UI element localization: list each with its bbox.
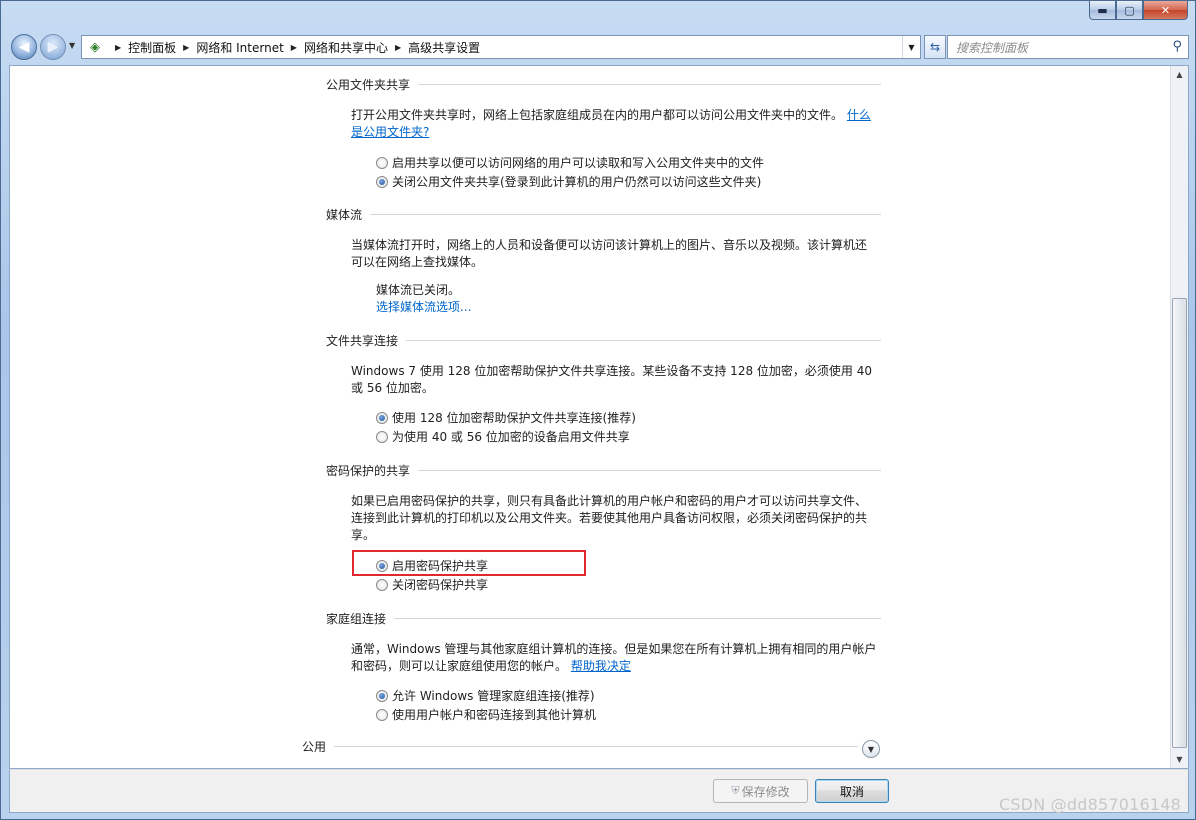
breadcrumb-advanced-sharing[interactable]: 高级共享设置 (408, 39, 480, 56)
chevron-right-icon[interactable]: ▶ (395, 43, 401, 52)
radio-button[interactable] (376, 578, 388, 591)
radio-password-off[interactable]: 关闭密码保护共享 (376, 576, 488, 593)
radio-button-checked[interactable] (376, 175, 388, 188)
section-password-protected: 密码保护的共享 (326, 462, 881, 479)
radio-public-folder-off[interactable]: 关闭公用文件夹共享(登录到此计算机的用户仍然可以访问这些文件夹) (376, 173, 761, 190)
breadcrumb-network-internet[interactable]: 网络和 Internet (196, 39, 283, 56)
watermark: CSDN @dd857016148 (998, 795, 1181, 814)
cancel-button[interactable]: 取消 (815, 779, 889, 803)
media-description: 当媒体流打开时，网络上的人员和设备便可以访问该计算机上的图片、音乐以及视频。该计… (351, 238, 868, 269)
section-title: 文件共享连接 (326, 334, 399, 348)
refresh-button[interactable]: ⇆ (924, 35, 946, 59)
scroll-up-arrow-icon[interactable]: ▲ (1171, 66, 1188, 83)
radio-button[interactable] (376, 156, 388, 169)
settings-content: 公用文件夹共享 打开公用文件夹共享时，网络上包括家庭组成员在内的用户都可以访问公… (9, 65, 1189, 769)
password-description: 如果已启用密码保护的共享，则只有具备此计算机的用户帐户和密码的用户才可以访问共享… (351, 494, 868, 542)
search-input[interactable]: 搜索控制面板 ⚲ (947, 35, 1189, 59)
control-panel-icon: ◈ (90, 39, 100, 55)
minimize-button[interactable]: ▬ (1089, 1, 1116, 20)
media-options-link[interactable]: 选择媒体流选项... (376, 300, 471, 314)
chevron-right-icon[interactable]: ▶ (291, 43, 297, 52)
forward-button[interactable]: ▶ (40, 34, 66, 60)
arrow-right-icon: ▶ (47, 39, 59, 55)
expand-chevron-down-icon[interactable]: ▼ (862, 740, 880, 758)
address-bar[interactable]: ◈ ▶ 控制面板 ▶ 网络和 Internet ▶ 网络和共享中心 ▶ 高级共享… (81, 35, 921, 59)
section-title: 密码保护的共享 (326, 464, 411, 478)
section-title: 媒体流 (326, 208, 363, 222)
back-button[interactable]: ◀ (11, 34, 37, 60)
search-icon[interactable]: ⚲ (1172, 39, 1182, 54)
radio-button[interactable] (376, 430, 388, 443)
section-public-folder: 公用文件夹共享 (326, 76, 881, 93)
arrow-left-icon: ◀ (18, 39, 30, 55)
radio-button-checked[interactable] (376, 559, 388, 572)
radio-public-folder-on[interactable]: 启用共享以便可以访问网络的用户可以读取和写入公用文件夹中的文件 (376, 154, 764, 171)
search-placeholder: 搜索控制面板 (956, 40, 1029, 55)
section-title: 家庭组连接 (326, 612, 387, 626)
refresh-icon: ⇆ (929, 40, 941, 54)
window: ▬ ▢ ✕ ◀ ▶ ▼ ◈ ▶ 控制面板 ▶ 网络和 Internet ▶ 网络… (0, 0, 1196, 820)
section-title: 公用文件夹共享 (326, 78, 411, 92)
file-sharing-description: Windows 7 使用 128 位加密帮助保护文件共享连接。某些设备不支持 1… (351, 364, 872, 395)
vertical-scrollbar[interactable]: ▲ ▼ (1170, 66, 1188, 768)
section-public-profile[interactable]: 公用 (302, 738, 858, 755)
what-is-public-folder-link-cont[interactable]: 是公用文件夹? (351, 125, 429, 139)
section-homegroup: 家庭组连接 (326, 610, 881, 627)
navigation-bar: ◀ ▶ ▼ ◈ ▶ 控制面板 ▶ 网络和 Internet ▶ 网络和共享中心 … (9, 31, 1189, 61)
radio-button-checked[interactable] (376, 411, 388, 424)
media-status: 媒体流已关闭。 选择媒体流选项... (376, 283, 472, 314)
close-button[interactable]: ✕ (1143, 1, 1188, 20)
section-media-streaming: 媒体流 (326, 206, 881, 223)
help-me-decide-link[interactable]: 帮助我决定 (571, 659, 631, 673)
radio-button-checked[interactable] (376, 689, 388, 702)
radio-windows-manage-homegroup[interactable]: 允许 Windows 管理家庭组连接(推荐) (376, 687, 595, 704)
homegroup-description: 通常，Windows 管理与其他家庭组计算机的连接。但是如果您在所有计算机上拥有… (351, 642, 877, 673)
radio-40-56bit-encryption[interactable]: 为使用 40 或 56 位加密的设备启用文件共享 (376, 428, 630, 445)
radio-button[interactable] (376, 708, 388, 721)
section-title: 公用 (302, 740, 327, 754)
address-dropdown-button[interactable]: ▼ (902, 36, 920, 58)
caption-buttons: ▬ ▢ ✕ (1089, 1, 1188, 20)
chevron-right-icon[interactable]: ▶ (183, 43, 189, 52)
shield-icon: ⛨ (731, 784, 740, 797)
breadcrumb-control-panel[interactable]: 控制面板 (128, 39, 176, 56)
section-file-sharing: 文件共享连接 (326, 332, 881, 349)
maximize-button[interactable]: ▢ (1116, 1, 1143, 20)
scroll-down-arrow-icon[interactable]: ▼ (1171, 751, 1188, 768)
breadcrumb: ▶ 控制面板 ▶ 网络和 Internet ▶ 网络和共享中心 ▶ 高级共享设置 (108, 39, 480, 56)
save-changes-button[interactable]: ⛨ 保存修改 (713, 779, 808, 803)
scrollbar-thumb[interactable] (1172, 298, 1187, 748)
radio-128bit-encryption[interactable]: 使用 128 位加密帮助保护文件共享连接(推荐) (376, 409, 636, 426)
radio-password-on[interactable]: 启用密码保护共享 (376, 557, 488, 574)
breadcrumb-network-sharing-center[interactable]: 网络和共享中心 (304, 39, 388, 56)
what-is-public-folder-link[interactable]: 什么 (847, 108, 871, 122)
recent-pages-dropdown[interactable]: ▼ (69, 41, 75, 50)
public-folder-description: 打开公用文件夹共享时，网络上包括家庭组成员在内的用户都可以访问公用文件夹中的文件… (351, 108, 871, 139)
radio-user-accounts-homegroup[interactable]: 使用用户帐户和密码连接到其他计算机 (376, 706, 596, 723)
chevron-right-icon[interactable]: ▶ (115, 43, 121, 52)
